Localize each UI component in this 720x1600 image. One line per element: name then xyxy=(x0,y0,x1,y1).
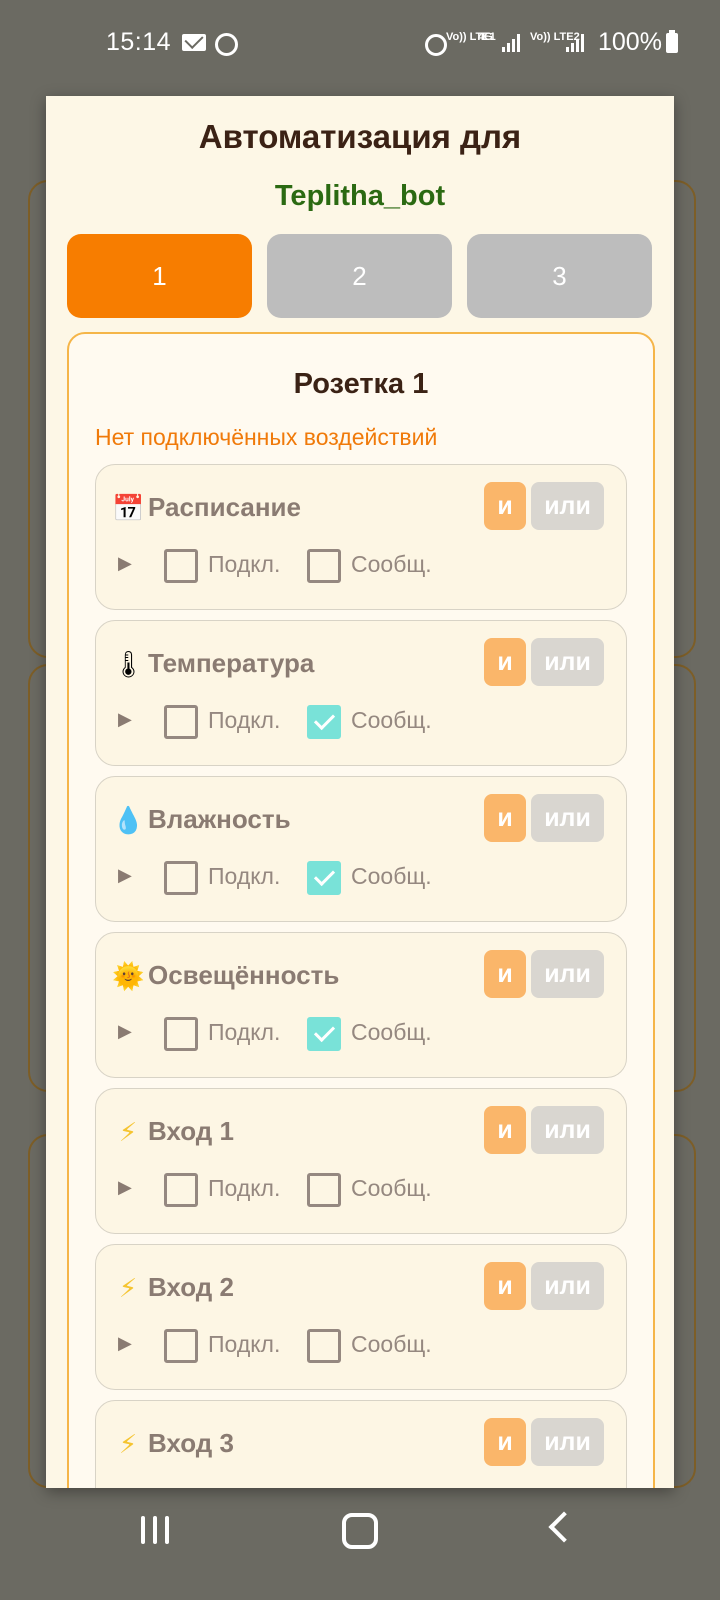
and-button[interactable]: и xyxy=(484,638,526,686)
and-button[interactable]: и xyxy=(484,1106,526,1154)
trigger-name: Вход 1 xyxy=(148,1116,234,1146)
notify-checkbox[interactable] xyxy=(307,549,341,583)
expand-arrow-icon[interactable]: ▶ xyxy=(118,1021,132,1042)
connect-label: Подкл. xyxy=(208,551,281,577)
lightning-icon: ⚡ xyxy=(118,1117,138,1147)
connect-label: Подкл. xyxy=(208,1019,281,1045)
trigger-item-input-1: ⚡ Вход 1 и или ▶ Подкл. Сообщ. xyxy=(95,1088,627,1234)
trigger-item-humidity: 💧 Влажность и или ▶ Подкл. Сообщ. xyxy=(95,776,627,922)
or-button[interactable]: или xyxy=(531,794,604,842)
notify-label: Сообщ. xyxy=(351,863,432,889)
expand-arrow-icon[interactable]: ▶ xyxy=(118,709,132,730)
thermometer-icon: 🌡 xyxy=(112,649,146,679)
automation-dialog: Автоматизация для Teplitha_bot 1 2 3 Роз… xyxy=(46,96,674,1488)
notify-label: Сообщ. xyxy=(351,707,432,733)
calendar-icon: 📅 xyxy=(112,493,145,523)
or-button[interactable]: или xyxy=(531,1106,604,1154)
socket-tabs: 1 2 3 xyxy=(67,234,653,318)
lightning-icon: ⚡ xyxy=(118,1429,138,1459)
trigger-item-input-2: ⚡ Вход 2 и или ▶ Подкл. Сообщ. xyxy=(95,1244,627,1390)
connect-checkbox[interactable] xyxy=(164,1329,198,1363)
tab-socket-1[interactable]: 1 xyxy=(67,234,252,318)
droplet-icon: 💧 xyxy=(112,805,145,835)
signal-2-icon xyxy=(566,34,584,52)
trigger-name: Влажность xyxy=(148,804,291,834)
lightning-icon: ⚡ xyxy=(118,1273,138,1303)
notify-checkbox[interactable] xyxy=(307,1329,341,1363)
and-button[interactable]: и xyxy=(484,1418,526,1466)
trigger-item-light: 🌞 Освещённость и или ▶ Подкл. Сообщ. xyxy=(95,932,627,1078)
socket-panel: Розетка 1 Нет подключённых воздействий 📅… xyxy=(67,332,655,1488)
home-icon[interactable] xyxy=(342,1513,378,1549)
chat-icon xyxy=(215,33,238,56)
connect-label: Подкл. xyxy=(208,863,281,889)
and-button[interactable]: и xyxy=(484,950,526,998)
connect-label: Подкл. xyxy=(208,1175,281,1201)
panel-note: Нет подключённых воздействий xyxy=(95,424,438,450)
or-button[interactable]: или xyxy=(531,1262,604,1310)
notify-checkbox[interactable] xyxy=(307,705,341,739)
bot-name: Teplitha_bot xyxy=(274,180,446,212)
or-button[interactable]: или xyxy=(531,1418,604,1466)
mail-icon xyxy=(182,34,206,51)
or-button[interactable]: или xyxy=(531,482,604,530)
network-indicator: 4G xyxy=(478,31,493,43)
trigger-item-input-3: ⚡ Вход 3 и или xyxy=(95,1400,627,1488)
trigger-name: Освещённость xyxy=(148,960,340,990)
expand-arrow-icon[interactable]: ▶ xyxy=(118,1177,132,1198)
and-button[interactable]: и xyxy=(484,482,526,530)
and-button[interactable]: и xyxy=(484,794,526,842)
status-time: 15:14 xyxy=(106,28,172,56)
notify-checkbox[interactable] xyxy=(307,861,341,895)
trigger-name: Вход 2 xyxy=(148,1272,234,1302)
notify-checkbox[interactable] xyxy=(307,1017,341,1051)
trigger-name: Температура xyxy=(148,648,315,678)
connect-label: Подкл. xyxy=(208,707,281,733)
notify-label: Сообщ. xyxy=(351,1331,432,1357)
notify-label: Сообщ. xyxy=(351,1175,432,1201)
notify-label: Сообщ. xyxy=(351,1019,432,1045)
alarm-icon xyxy=(425,34,447,56)
connect-checkbox[interactable] xyxy=(164,861,198,895)
connect-checkbox[interactable] xyxy=(164,705,198,739)
expand-arrow-icon[interactable]: ▶ xyxy=(118,865,132,886)
recent-apps-icon[interactable] xyxy=(141,1516,171,1544)
panel-title: Розетка 1 xyxy=(293,368,429,400)
battery-percent: 100% xyxy=(598,28,662,56)
expand-arrow-icon[interactable]: ▶ xyxy=(118,553,132,574)
trigger-name: Расписание xyxy=(148,492,301,522)
and-button[interactable]: и xyxy=(484,1262,526,1310)
expand-arrow-icon[interactable]: ▶ xyxy=(118,1333,132,1354)
trigger-item-schedule: 📅 Расписание и или ▶ Подкл. Сообщ. xyxy=(95,464,627,610)
trigger-name: Вход 3 xyxy=(148,1428,234,1458)
notify-checkbox[interactable] xyxy=(307,1173,341,1207)
status-bar: 15:14 Vo)) LTE1 4G Vo)) LTE2 100% xyxy=(0,0,720,88)
connect-checkbox[interactable] xyxy=(164,549,198,583)
sun-icon: 🌞 xyxy=(112,961,145,991)
signal-1-icon xyxy=(502,34,520,52)
or-button[interactable]: или xyxy=(531,950,604,998)
tab-socket-3[interactable]: 3 xyxy=(467,234,652,318)
connect-checkbox[interactable] xyxy=(164,1173,198,1207)
trigger-item-temperature: 🌡 Температура и или ▶ Подкл. Сообщ. xyxy=(95,620,627,766)
tab-socket-2[interactable]: 2 xyxy=(267,234,452,318)
notify-label: Сообщ. xyxy=(351,551,432,577)
connect-label: Подкл. xyxy=(208,1331,281,1357)
battery-icon xyxy=(666,30,678,53)
dialog-title: Автоматизация для xyxy=(198,118,522,155)
or-button[interactable]: или xyxy=(531,638,604,686)
connect-checkbox[interactable] xyxy=(164,1017,198,1051)
